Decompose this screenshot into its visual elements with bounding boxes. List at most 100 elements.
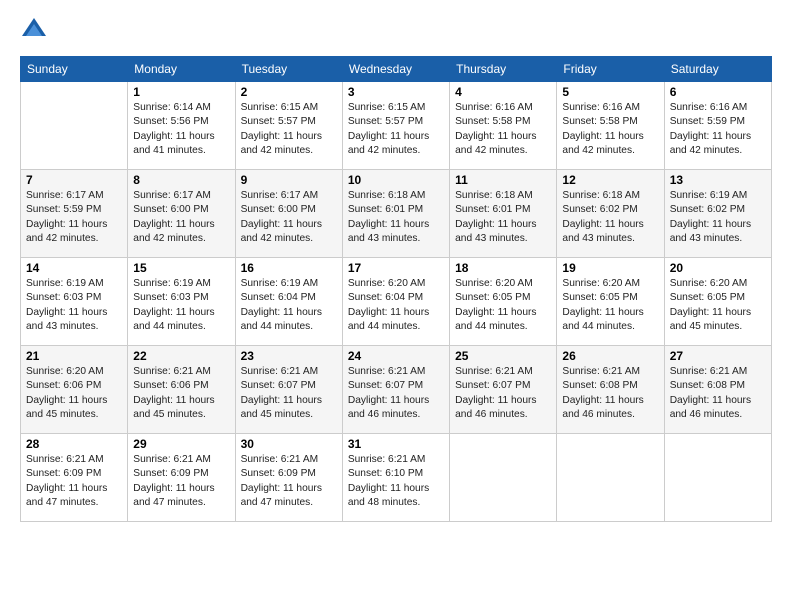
day-info: Sunrise: 6:19 AM Sunset: 6:04 PM Dayligh… <box>241 277 337 334</box>
week-row-2: 7 Sunrise: 6:17 AM Sunset: 5:59 PM Daylig… <box>21 170 772 258</box>
day-cell: 23 Sunrise: 6:21 AM Sunset: 6:07 PM Dayli… <box>235 346 342 434</box>
logo <box>20 16 52 44</box>
day-cell: 12 Sunrise: 6:18 AM Sunset: 6:02 PM Dayli… <box>557 170 664 258</box>
day-number: 6 <box>670 85 766 99</box>
calendar-table: SundayMondayTuesdayWednesdayThursdayFrid… <box>20 56 772 522</box>
week-row-4: 21 Sunrise: 6:20 AM Sunset: 6:06 PM Dayli… <box>21 346 772 434</box>
day-cell: 28 Sunrise: 6:21 AM Sunset: 6:09 PM Dayli… <box>21 434 128 522</box>
day-number: 3 <box>348 85 444 99</box>
day-cell: 14Sunrise: 6:19 AM Sunset: 6:03 PM Dayli… <box>21 258 128 346</box>
day-number: 17 <box>348 261 444 275</box>
day-number: 9 <box>241 173 337 187</box>
day-number: 18 <box>455 261 551 275</box>
day-cell: 22Sunrise: 6:21 AM Sunset: 6:06 PM Dayli… <box>128 346 235 434</box>
day-number: 23 <box>241 349 337 363</box>
day-number: 10 <box>348 173 444 187</box>
day-info: Sunrise: 6:19 AM Sunset: 6:03 PM Dayligh… <box>133 277 229 334</box>
day-info: Sunrise: 6:21 AM Sunset: 6:09 PM Dayligh… <box>241 453 337 510</box>
day-info: Sunrise: 6:15 AM Sunset: 5:57 PM Dayligh… <box>241 101 337 158</box>
weekday-header-wednesday: Wednesday <box>342 57 449 82</box>
day-info: Sunrise: 6:21 AM Sunset: 6:07 PM Dayligh… <box>241 365 337 422</box>
day-info: Sunrise: 6:18 AM Sunset: 6:02 PM Dayligh… <box>562 189 658 246</box>
day-cell: 16Sunrise: 6:19 AM Sunset: 6:04 PM Dayli… <box>235 258 342 346</box>
day-cell: 25 Sunrise: 6:21 AM Sunset: 6:07 PM Dayli… <box>450 346 557 434</box>
day-cell: 2 Sunrise: 6:15 AM Sunset: 5:57 PM Daylig… <box>235 82 342 170</box>
week-row-5: 28 Sunrise: 6:21 AM Sunset: 6:09 PM Dayli… <box>21 434 772 522</box>
day-cell <box>557 434 664 522</box>
week-row-1: 1 Sunrise: 6:14 AM Sunset: 5:56 PM Daylig… <box>21 82 772 170</box>
day-info: Sunrise: 6:18 AM Sunset: 6:01 PM Dayligh… <box>348 189 444 246</box>
header <box>20 16 772 44</box>
day-cell: 3Sunrise: 6:15 AM Sunset: 5:57 PM Daylig… <box>342 82 449 170</box>
day-number: 4 <box>455 85 551 99</box>
logo-icon <box>20 16 48 44</box>
day-info: Sunrise: 6:16 AM Sunset: 5:58 PM Dayligh… <box>562 101 658 158</box>
day-info: Sunrise: 6:19 AM Sunset: 6:02 PM Dayligh… <box>670 189 766 246</box>
day-cell: 19 Sunrise: 6:20 AM Sunset: 6:05 PM Dayli… <box>557 258 664 346</box>
day-cell: 15Sunrise: 6:19 AM Sunset: 6:03 PM Dayli… <box>128 258 235 346</box>
day-cell <box>450 434 557 522</box>
day-cell <box>21 82 128 170</box>
day-info: Sunrise: 6:17 AM Sunset: 5:59 PM Dayligh… <box>26 189 122 246</box>
weekday-header-thursday: Thursday <box>450 57 557 82</box>
day-cell: 6 Sunrise: 6:16 AM Sunset: 5:59 PM Daylig… <box>664 82 771 170</box>
weekday-header-tuesday: Tuesday <box>235 57 342 82</box>
day-cell: 27 Sunrise: 6:21 AM Sunset: 6:08 PM Dayli… <box>664 346 771 434</box>
weekday-header-sunday: Sunday <box>21 57 128 82</box>
day-info: Sunrise: 6:20 AM Sunset: 6:06 PM Dayligh… <box>26 365 122 422</box>
day-info: Sunrise: 6:18 AM Sunset: 6:01 PM Dayligh… <box>455 189 551 246</box>
day-info: Sunrise: 6:20 AM Sunset: 6:05 PM Dayligh… <box>455 277 551 334</box>
day-number: 20 <box>670 261 766 275</box>
day-number: 22 <box>133 349 229 363</box>
day-number: 8 <box>133 173 229 187</box>
day-number: 28 <box>26 437 122 451</box>
weekday-header-friday: Friday <box>557 57 664 82</box>
day-number: 31 <box>348 437 444 451</box>
day-cell: 26 Sunrise: 6:21 AM Sunset: 6:08 PM Dayli… <box>557 346 664 434</box>
day-info: Sunrise: 6:21 AM Sunset: 6:09 PM Dayligh… <box>133 453 229 510</box>
day-number: 14 <box>26 261 122 275</box>
day-number: 26 <box>562 349 658 363</box>
day-number: 7 <box>26 173 122 187</box>
day-number: 21 <box>26 349 122 363</box>
day-cell: 5 Sunrise: 6:16 AM Sunset: 5:58 PM Daylig… <box>557 82 664 170</box>
day-cell: 31 Sunrise: 6:21 AM Sunset: 6:10 PM Dayli… <box>342 434 449 522</box>
day-cell: 10 Sunrise: 6:18 AM Sunset: 6:01 PM Dayli… <box>342 170 449 258</box>
day-info: Sunrise: 6:17 AM Sunset: 6:00 PM Dayligh… <box>133 189 229 246</box>
day-info: Sunrise: 6:21 AM Sunset: 6:09 PM Dayligh… <box>26 453 122 510</box>
day-info: Sunrise: 6:21 AM Sunset: 6:10 PM Dayligh… <box>348 453 444 510</box>
day-info: Sunrise: 6:16 AM Sunset: 5:59 PM Dayligh… <box>670 101 766 158</box>
day-info: Sunrise: 6:14 AM Sunset: 5:56 PM Dayligh… <box>133 101 229 158</box>
weekday-header-saturday: Saturday <box>664 57 771 82</box>
day-number: 24 <box>348 349 444 363</box>
weekday-header-monday: Monday <box>128 57 235 82</box>
day-cell: 1 Sunrise: 6:14 AM Sunset: 5:56 PM Daylig… <box>128 82 235 170</box>
day-cell: 17 Sunrise: 6:20 AM Sunset: 6:04 PM Dayli… <box>342 258 449 346</box>
day-number: 5 <box>562 85 658 99</box>
day-number: 2 <box>241 85 337 99</box>
day-number: 1 <box>133 85 229 99</box>
day-cell: 8 Sunrise: 6:17 AM Sunset: 6:00 PM Daylig… <box>128 170 235 258</box>
day-info: Sunrise: 6:21 AM Sunset: 6:08 PM Dayligh… <box>562 365 658 422</box>
day-number: 27 <box>670 349 766 363</box>
day-cell: 24 Sunrise: 6:21 AM Sunset: 6:07 PM Dayli… <box>342 346 449 434</box>
day-cell: 7 Sunrise: 6:17 AM Sunset: 5:59 PM Daylig… <box>21 170 128 258</box>
day-number: 19 <box>562 261 658 275</box>
weekday-header-row: SundayMondayTuesdayWednesdayThursdayFrid… <box>21 57 772 82</box>
day-info: Sunrise: 6:20 AM Sunset: 6:04 PM Dayligh… <box>348 277 444 334</box>
day-cell <box>664 434 771 522</box>
day-number: 30 <box>241 437 337 451</box>
day-cell: 9Sunrise: 6:17 AM Sunset: 6:00 PM Daylig… <box>235 170 342 258</box>
day-number: 13 <box>670 173 766 187</box>
day-info: Sunrise: 6:21 AM Sunset: 6:07 PM Dayligh… <box>348 365 444 422</box>
page: SundayMondayTuesdayWednesdayThursdayFrid… <box>0 0 792 612</box>
day-cell: 11 Sunrise: 6:18 AM Sunset: 6:01 PM Dayli… <box>450 170 557 258</box>
day-number: 12 <box>562 173 658 187</box>
day-info: Sunrise: 6:21 AM Sunset: 6:08 PM Dayligh… <box>670 365 766 422</box>
day-number: 25 <box>455 349 551 363</box>
day-info: Sunrise: 6:21 AM Sunset: 6:07 PM Dayligh… <box>455 365 551 422</box>
day-info: Sunrise: 6:20 AM Sunset: 6:05 PM Dayligh… <box>562 277 658 334</box>
day-cell: 18 Sunrise: 6:20 AM Sunset: 6:05 PM Dayli… <box>450 258 557 346</box>
day-number: 11 <box>455 173 551 187</box>
day-info: Sunrise: 6:16 AM Sunset: 5:58 PM Dayligh… <box>455 101 551 158</box>
